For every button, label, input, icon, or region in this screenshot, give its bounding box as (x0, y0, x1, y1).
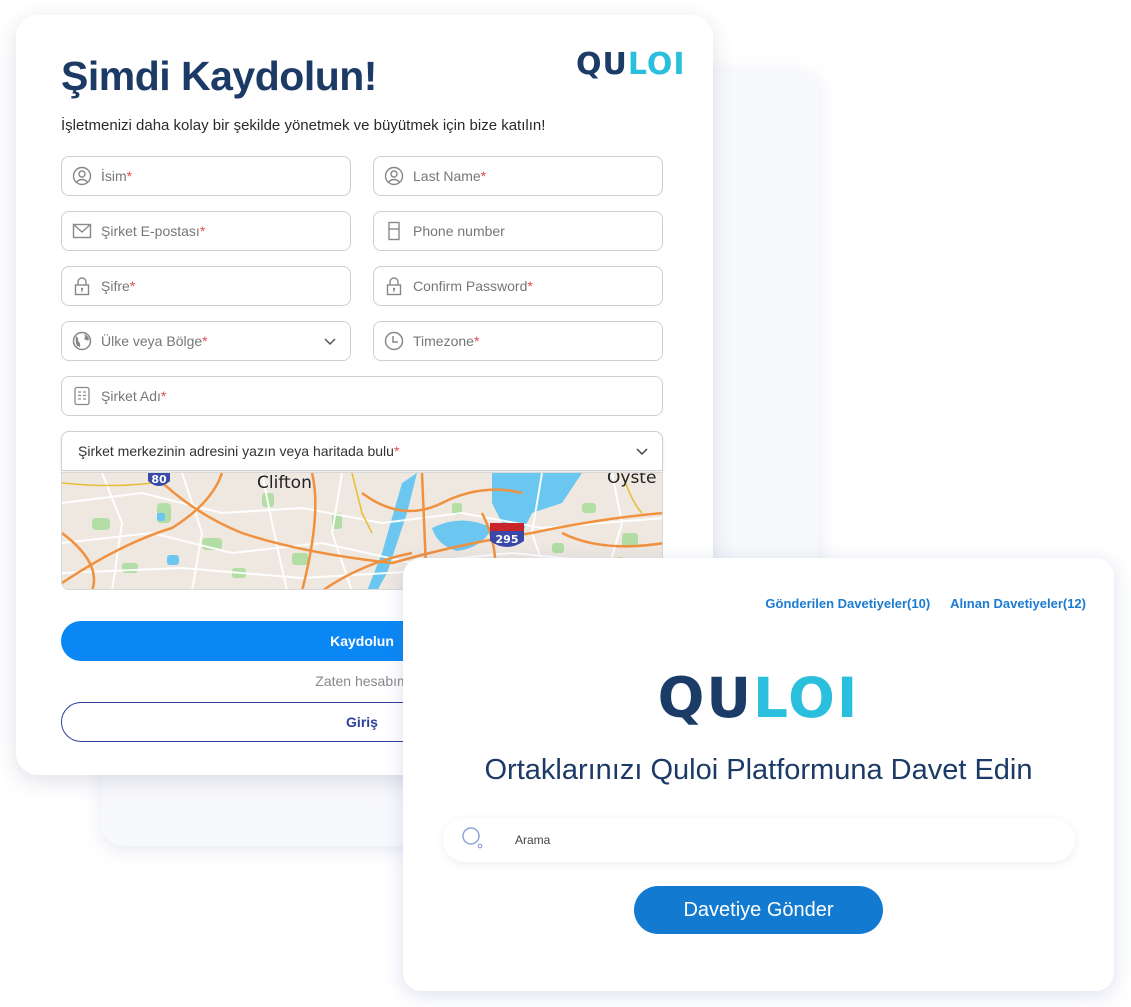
quloi-logo: QULOI (576, 47, 686, 82)
company-name-field[interactable]: Şirket Adı * (61, 376, 663, 416)
timezone-field[interactable]: Timezone * (373, 321, 663, 361)
user-icon (72, 166, 92, 186)
password-field[interactable]: Şifre * (61, 266, 351, 306)
first-name-field[interactable]: İsim * (61, 156, 351, 196)
search-icon (461, 826, 485, 855)
search-bar[interactable] (443, 818, 1075, 862)
page-subtitle: İşletmenizi daha kolay bir şekilde yönet… (61, 117, 546, 134)
confirm-password-field[interactable]: Confirm Password * (373, 266, 663, 306)
svg-text:295: 295 (496, 533, 519, 546)
clock-icon (384, 331, 404, 351)
phone-icon (384, 221, 404, 241)
received-invites-link[interactable]: Alınan Davetiyeler(12) (950, 596, 1086, 611)
map-label-oyster: Oyste (607, 473, 656, 488)
globe-icon (72, 331, 92, 351)
sent-invites-link[interactable]: Gönderilen Davetiyeler(10) (765, 596, 930, 611)
interstate-295-shield: 295 (490, 523, 524, 547)
building-icon (72, 386, 92, 406)
mail-icon (72, 221, 92, 241)
search-input[interactable] (515, 833, 1015, 847)
chevron-down-icon[interactable] (634, 443, 650, 464)
page-title: Şimdi Kaydolun! (61, 53, 377, 99)
svg-text:80: 80 (151, 473, 167, 486)
send-invite-button[interactable]: Davetiye Gönder (634, 886, 883, 934)
last-name-field[interactable]: Last Name * (373, 156, 663, 196)
map-label-clifton: Clifton (257, 473, 312, 493)
lock-icon (72, 276, 92, 296)
invite-title: Ortaklarınızı Quloi Platformuna Davet Ed… (484, 754, 1033, 786)
phone-number-field[interactable]: Phone number (373, 211, 663, 251)
chevron-down-icon[interactable] (322, 333, 338, 354)
address-select[interactable]: Şirket merkezinin adresini yazın veya ha… (61, 431, 663, 471)
invite-links: Gönderilen Davetiyeler(10) Alınan Daveti… (765, 596, 1086, 611)
company-email-field[interactable]: Şirket E-postası * (61, 211, 351, 251)
invite-card: Gönderilen Davetiyeler(10) Alınan Daveti… (403, 558, 1114, 991)
lock-icon (384, 276, 404, 296)
quloi-logo: QULOI (657, 666, 860, 730)
user-icon (384, 166, 404, 186)
country-select[interactable]: Ülke veya Bölge * (61, 321, 351, 361)
